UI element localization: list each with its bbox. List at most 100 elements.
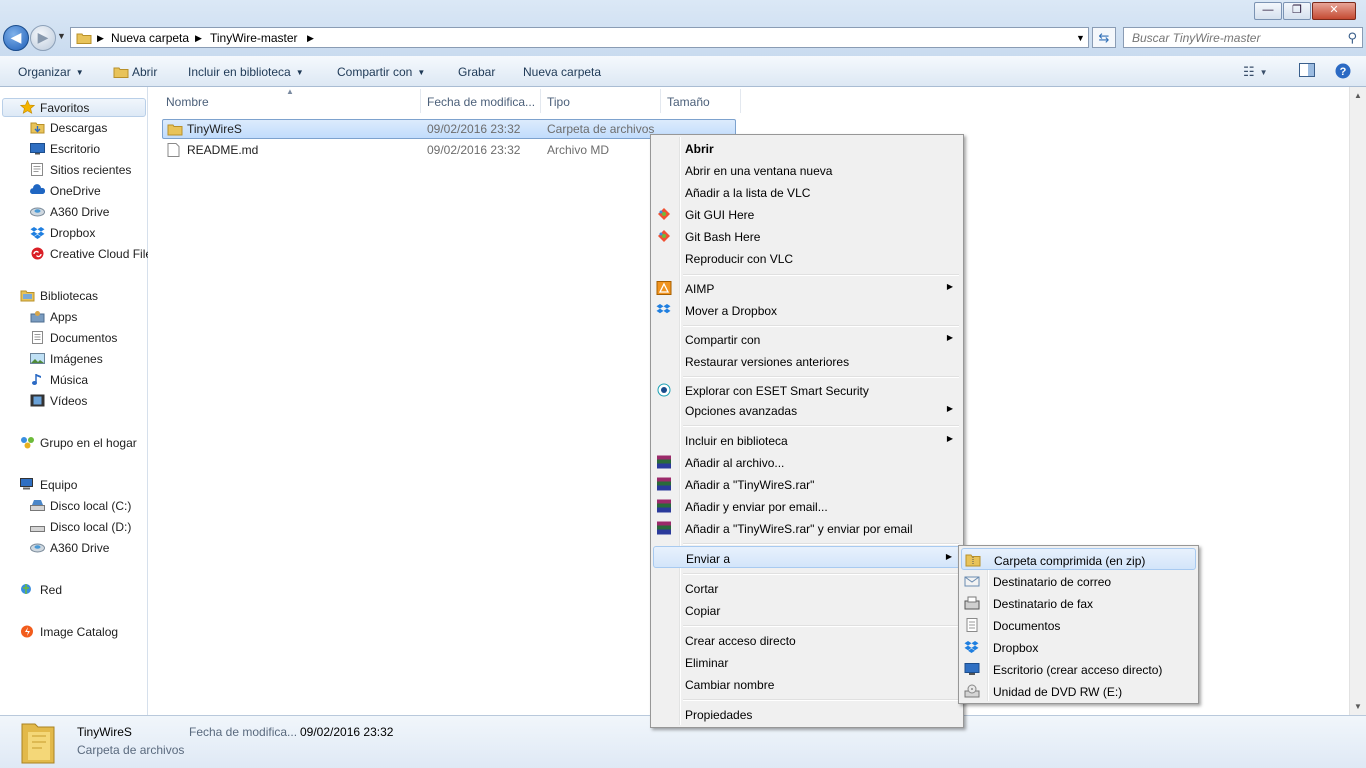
address-dropdown-icon[interactable]: ▼ xyxy=(1076,33,1085,43)
column-separator[interactable] xyxy=(420,89,421,113)
menu-item-copiar[interactable]: Copiar xyxy=(653,599,961,621)
winrar-icon xyxy=(657,521,671,535)
sidebar-item-sitios-recientes[interactable]: Sitios recientes xyxy=(30,163,131,177)
menu-item-label: Dropbox xyxy=(993,641,1039,655)
menu-item-dropbox[interactable]: Dropbox xyxy=(961,636,1196,658)
help-icon[interactable]: ? xyxy=(1335,63,1351,82)
sidebar-item-onedrive[interactable]: OneDrive xyxy=(30,184,101,198)
menu-item-anadir-lista-vlc[interactable]: Añadir a la lista de VLC xyxy=(653,181,961,203)
menu-item-anadir-rar-email[interactable]: Añadir a "TinyWireS.rar" y enviar por em… xyxy=(653,517,961,539)
menu-item-restaurar-versiones[interactable]: Restaurar versiones anteriores xyxy=(653,350,961,372)
sidebar-item-documentos[interactable]: Documentos xyxy=(30,331,117,345)
scroll-down-icon[interactable]: ▼ xyxy=(1354,702,1362,711)
organize-button[interactable]: Organizar ▼ xyxy=(18,65,84,79)
sidebar-item-a360-drive-computer[interactable]: A360 Drive xyxy=(30,541,109,555)
column-separator[interactable] xyxy=(740,89,741,113)
breadcrumb-tinywire-master[interactable]: TinyWire-master xyxy=(210,31,298,45)
menu-item-abrir-nueva-ventana[interactable]: Abrir en una ventana nueva xyxy=(653,159,961,181)
view-options-icon[interactable]: ☷ ▼ xyxy=(1243,64,1268,80)
sidebar-network[interactable]: Red xyxy=(20,583,62,597)
include-library-button[interactable]: Incluir en biblioteca ▼ xyxy=(188,65,304,79)
menu-item-unidad-dvd[interactable]: Unidad de DVD RW (E:) xyxy=(961,680,1196,702)
menu-item-compartir-con[interactable]: Compartir con ▶ xyxy=(653,328,961,350)
sidebar-item-videos[interactable]: Vídeos xyxy=(30,394,87,408)
menu-item-reproducir-vlc[interactable]: Reproducir con VLC xyxy=(653,247,961,269)
refresh-button[interactable]: ⇆ xyxy=(1092,27,1116,48)
menu-item-git-bash[interactable]: Git Bash Here xyxy=(653,225,961,247)
close-button[interactable]: ✕ xyxy=(1312,2,1356,20)
back-button[interactable]: ◀ xyxy=(3,25,29,51)
sidebar-image-catalog[interactable]: Image Catalog xyxy=(20,625,118,639)
column-header-type[interactable]: Tipo xyxy=(547,95,570,109)
sidebar-item-label: Documentos xyxy=(50,331,118,345)
maximize-button[interactable]: ❐ xyxy=(1283,2,1311,20)
menu-item-eliminar[interactable]: Eliminar xyxy=(653,651,961,673)
share-button[interactable]: Compartir con ▼ xyxy=(337,65,425,79)
forward-button[interactable]: ▶ xyxy=(30,25,56,51)
chevron-down-icon[interactable]: ▼ xyxy=(1260,68,1268,77)
file-date: 09/02/2016 23:32 xyxy=(427,122,521,136)
search-icon[interactable]: ⚲ xyxy=(1347,30,1357,46)
menu-item-label: Enviar a xyxy=(686,552,731,566)
menu-item-destinatario-fax[interactable]: Destinatario de fax xyxy=(961,592,1196,614)
menu-item-cambiar-nombre[interactable]: Cambiar nombre xyxy=(653,673,961,695)
sidebar-computer[interactable]: Equipo xyxy=(20,478,77,492)
menu-item-git-gui[interactable]: Git GUI Here xyxy=(653,203,961,225)
address-bar[interactable]: ▶ Nueva carpeta ▶ TinyWire-master ▶ ▼ xyxy=(70,27,1089,48)
recent-pages-dropdown[interactable]: ▼ xyxy=(57,31,66,41)
column-header-date[interactable]: Fecha de modifica... xyxy=(427,95,535,109)
new-folder-button[interactable]: Nueva carpeta xyxy=(523,65,601,79)
menu-item-anadir-archivo[interactable]: Añadir al archivo... xyxy=(653,451,961,473)
preview-pane-icon[interactable] xyxy=(1299,63,1315,80)
menu-item-documentos[interactable]: Documentos xyxy=(961,614,1196,636)
sidebar-item-disco-c[interactable]: Disco local (C:) xyxy=(30,499,131,513)
sidebar-item-label: Dropbox xyxy=(50,226,96,240)
sidebar-item-musica[interactable]: Música xyxy=(30,373,88,387)
menu-item-anadir-rar[interactable]: Añadir a "TinyWireS.rar" xyxy=(653,473,961,495)
sidebar-item-a360-drive[interactable]: A360 Drive xyxy=(30,205,109,219)
svg-text:?: ? xyxy=(1340,66,1347,78)
sidebar-item-dropbox[interactable]: Dropbox xyxy=(30,226,95,240)
sidebar-item-disco-d[interactable]: Disco local (D:) xyxy=(30,520,131,534)
scroll-up-icon[interactable]: ▲ xyxy=(1354,91,1362,100)
open-button[interactable]: Abrir xyxy=(113,65,157,79)
sidebar-item-apps[interactable]: Apps xyxy=(30,310,77,324)
sidebar-libraries[interactable]: Bibliotecas xyxy=(20,289,98,303)
menu-item-destinatario-correo[interactable]: Destinatario de correo xyxy=(961,570,1196,592)
sidebar-item-descargas[interactable]: Descargas xyxy=(30,121,107,135)
column-separator[interactable] xyxy=(540,89,541,113)
sidebar-item-escritorio[interactable]: Escritorio xyxy=(30,142,100,156)
breadcrumb-separator-icon[interactable]: ▶ xyxy=(307,33,314,44)
details-type: Carpeta de archivos xyxy=(77,743,185,757)
menu-item-opciones-avanzadas[interactable]: Opciones avanzadas ▶ xyxy=(653,399,961,421)
menu-item-carpeta-comprimida[interactable]: Carpeta comprimida (en zip) xyxy=(961,548,1196,570)
burn-button[interactable]: Grabar xyxy=(458,65,495,79)
sidebar-item-imagenes[interactable]: Imágenes xyxy=(30,352,103,366)
menu-item-eset[interactable]: Explorar con ESET Smart Security xyxy=(653,379,961,401)
menu-item-mover-dropbox[interactable]: Mover a Dropbox xyxy=(653,299,961,321)
menu-item-propiedades[interactable]: Propiedades xyxy=(653,703,961,725)
menu-item-enviar-a[interactable]: Enviar a ▶ xyxy=(653,546,961,568)
menu-item-aimp[interactable]: AIMP ▶ xyxy=(653,277,961,299)
file-type: Archivo MD xyxy=(547,143,610,157)
sidebar-favorites[interactable]: Favoritos xyxy=(19,99,89,115)
menu-item-label: Añadir y enviar por email... xyxy=(685,500,828,514)
vertical-scrollbar[interactable]: ▲ ▼ xyxy=(1349,87,1366,715)
column-separator[interactable] xyxy=(660,89,661,113)
search-input[interactable] xyxy=(1130,30,1334,46)
breadcrumb-separator-icon[interactable]: ▶ xyxy=(195,33,202,44)
menu-item-crear-acceso-directo[interactable]: Crear acceso directo xyxy=(653,629,961,651)
menu-item-cortar[interactable]: Cortar xyxy=(653,577,961,599)
menu-item-anadir-email[interactable]: Añadir y enviar por email... xyxy=(653,495,961,517)
minimize-button[interactable]: — xyxy=(1254,2,1282,20)
column-header-size[interactable]: Tamaño xyxy=(667,95,710,109)
sidebar-homegroup[interactable]: Grupo en el hogar xyxy=(20,436,137,450)
sidebar-item-label: Disco local (C:) xyxy=(50,499,132,513)
sidebar-item-creative-cloud[interactable]: Creative Cloud Files xyxy=(30,247,158,261)
column-header-name[interactable]: Nombre xyxy=(166,95,209,109)
search-box[interactable]: ⚲ xyxy=(1123,27,1363,48)
menu-item-escritorio[interactable]: Escritorio (crear acceso directo) xyxy=(961,658,1196,680)
breadcrumb-nueva-carpeta[interactable]: Nueva carpeta xyxy=(111,31,189,45)
menu-item-abrir[interactable]: Abrir xyxy=(653,137,961,159)
menu-item-incluir-biblioteca[interactable]: Incluir en biblioteca ▶ xyxy=(653,429,961,451)
